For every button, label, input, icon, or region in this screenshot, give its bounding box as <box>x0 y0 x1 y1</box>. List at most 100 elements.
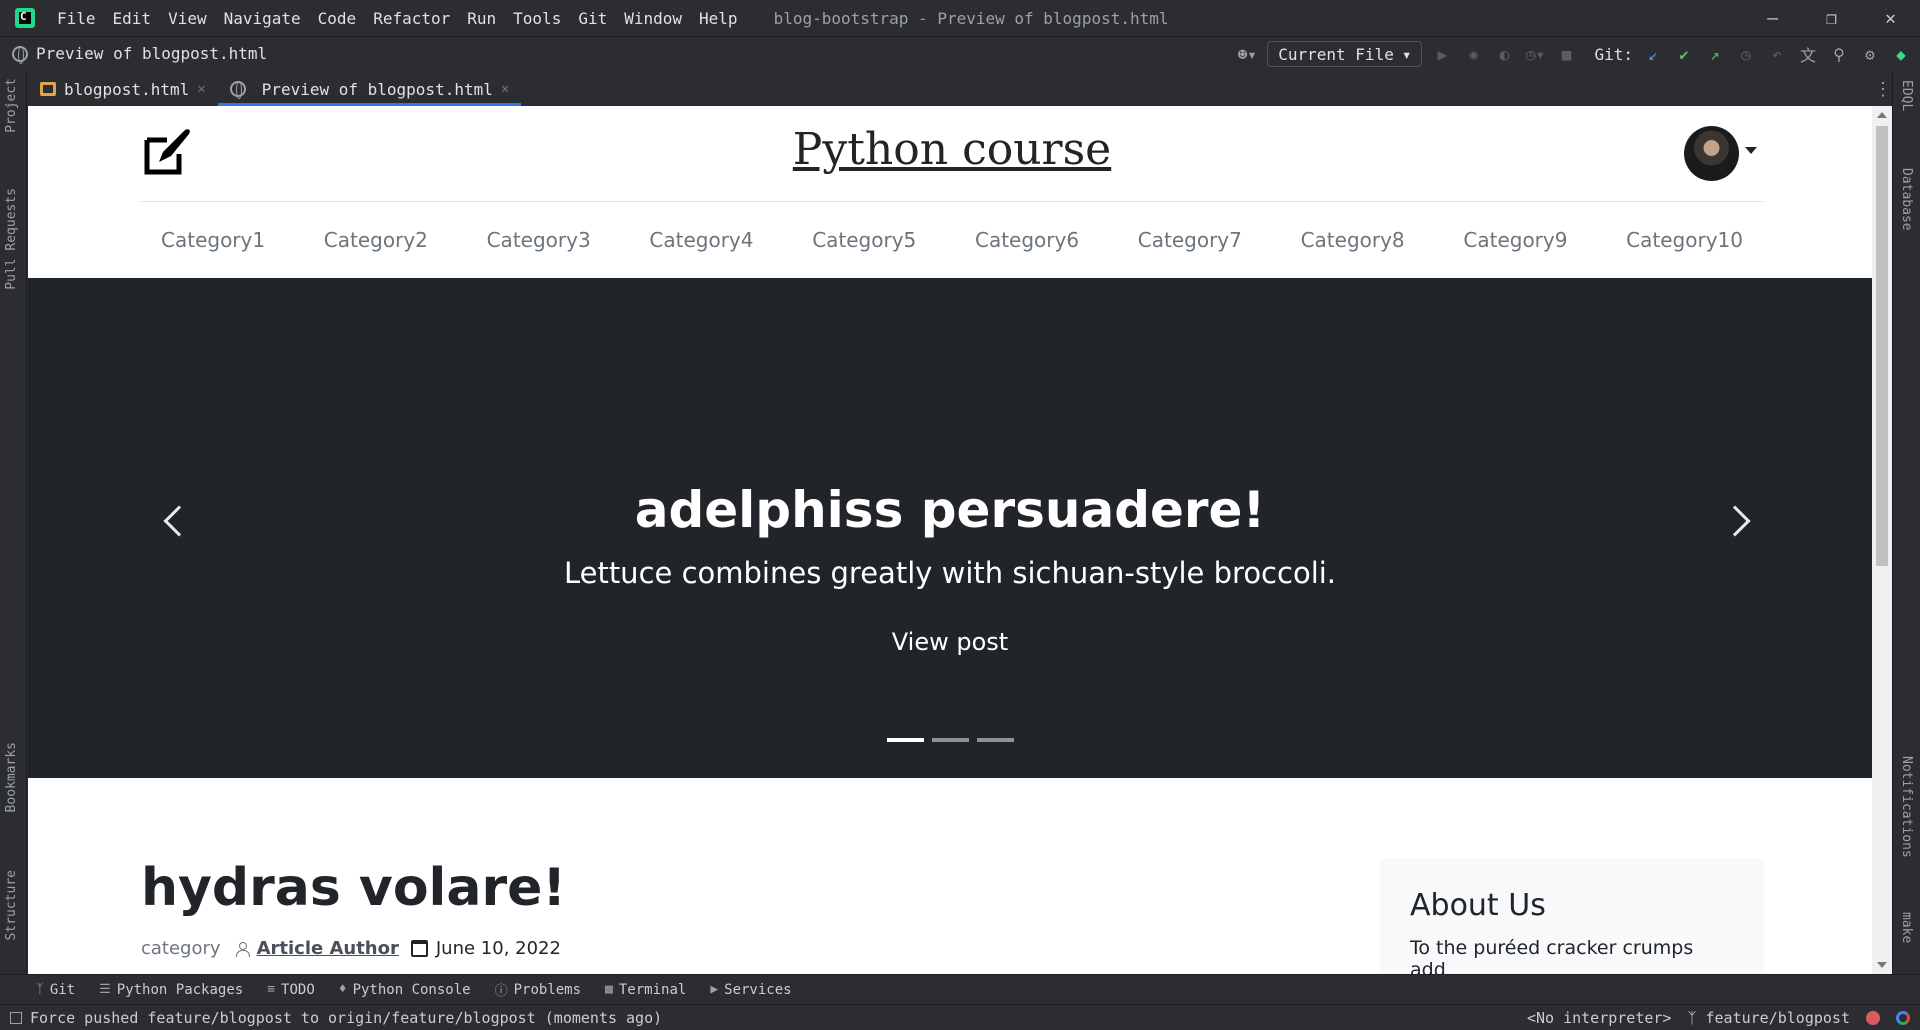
article-title: hydras volare! <box>141 858 567 918</box>
about-us-text: To the puréed cracker crumps add <box>1410 937 1694 974</box>
profile-icon[interactable]: ◷▾ <box>1524 45 1546 64</box>
menu-help[interactable]: Help <box>699 9 738 28</box>
status-message[interactable]: Force pushed feature/blogpost to origin/… <box>10 1009 662 1027</box>
person-icon <box>235 941 250 957</box>
git-update-icon[interactable]: ↙ <box>1642 45 1664 64</box>
list-icon: ≡ <box>267 982 276 997</box>
run-icon[interactable]: ▶ <box>1431 45 1453 64</box>
navigation-bar: Preview of blogpost.html ☻▾ Current File… <box>0 36 1920 70</box>
scroll-up-icon[interactable] <box>1877 112 1887 118</box>
tool-window-structure[interactable]: Structure <box>4 870 19 940</box>
breadcrumb-file: Preview of blogpost.html <box>36 44 268 63</box>
category-link-9[interactable]: Category9 <box>1463 228 1567 252</box>
category-link-1[interactable]: Category1 <box>161 228 265 252</box>
minimize-icon[interactable]: — <box>1743 0 1802 36</box>
menu-tools[interactable]: Tools <box>513 9 561 28</box>
tool-todo[interactable]: ≡ TODO <box>267 982 315 998</box>
services-icon: ▶ <box>710 982 719 997</box>
info-icon: ⓘ <box>494 984 508 999</box>
tool-window-edql[interactable]: EDQL <box>1899 80 1914 111</box>
restore-icon[interactable]: ❐ <box>1802 0 1861 36</box>
git-rollback-icon[interactable]: ↶ <box>1766 45 1788 64</box>
menu-view[interactable]: View <box>168 9 207 28</box>
category-link-10[interactable]: Category10 <box>1626 228 1743 252</box>
category-link-7[interactable]: Category7 <box>1138 228 1242 252</box>
article-meta: category Article Author June 10, 2022 <box>141 938 561 959</box>
browser-preview: Python course Category1 Category2 Catego… <box>28 106 1872 974</box>
jetbrains-toolbox-icon[interactable]: ◆ <box>1890 45 1912 64</box>
tool-window-make[interactable]: make <box>1899 912 1914 943</box>
menu-code[interactable]: Code <box>318 9 357 28</box>
tool-problems[interactable]: ⓘ Problems <box>494 980 581 1000</box>
menu-edit[interactable]: Edit <box>113 9 152 28</box>
search-icon[interactable]: ⚲ <box>1828 45 1850 64</box>
carousel-indicator-3[interactable] <box>976 738 1014 742</box>
avatar[interactable] <box>1684 126 1739 181</box>
menu-navigate[interactable]: Navigate <box>224 9 301 28</box>
git-branch-widget[interactable]: ᛉ feature/blogpost <box>1687 1009 1850 1027</box>
tool-window-bookmarks[interactable]: Bookmarks <box>4 742 19 812</box>
user-icon[interactable]: ☻▾ <box>1236 45 1258 64</box>
category-link-3[interactable]: Category3 <box>487 228 591 252</box>
tool-window-notifications[interactable]: Notifications <box>1899 756 1914 858</box>
menu-refactor[interactable]: Refactor <box>373 9 450 28</box>
category-link-4[interactable]: Category4 <box>649 228 753 252</box>
category-link-6[interactable]: Category6 <box>975 228 1079 252</box>
bottom-tool-bar: ᛉ Git ☰ Python Packages ≡ TODO ♦ Python … <box>0 974 1920 1004</box>
breadcrumb[interactable]: Preview of blogpost.html <box>12 44 268 64</box>
git-commit-icon[interactable]: ✔ <box>1673 45 1695 64</box>
scrollbar-thumb[interactable] <box>1876 126 1888 566</box>
carousel-indicator-1[interactable] <box>886 738 924 742</box>
menu-window[interactable]: Window <box>624 9 682 28</box>
tool-terminal[interactable]: ▩ Terminal <box>605 982 686 998</box>
coverage-icon[interactable]: ◐ <box>1493 45 1515 64</box>
tool-python-packages[interactable]: ☰ Python Packages <box>99 982 243 998</box>
category-link-2[interactable]: Category2 <box>324 228 428 252</box>
menu-run[interactable]: Run <box>467 9 496 28</box>
git-push-icon[interactable]: ↗ <box>1704 45 1726 64</box>
tool-label: Python Packages <box>116 981 244 998</box>
scroll-down-icon[interactable] <box>1877 962 1887 968</box>
translate-icon[interactable]: 文 <box>1797 42 1819 66</box>
status-square-icon <box>10 1011 22 1024</box>
interpreter-selector[interactable]: <No interpreter> <box>1527 1009 1672 1027</box>
close-icon[interactable]: ✕ <box>1861 0 1920 36</box>
google-icon[interactable] <box>1896 1011 1910 1025</box>
article-category[interactable]: category <box>141 938 221 959</box>
carousel-indicator-2[interactable] <box>931 738 969 742</box>
debug-icon[interactable]: ✺ <box>1462 45 1484 64</box>
article-author-link[interactable]: Article Author <box>257 938 399 959</box>
tool-git[interactable]: ᛉ Git <box>36 982 75 998</box>
about-us-card: About Us To the puréed cracker crumps ad… <box>1380 858 1764 974</box>
menu-file[interactable]: File <box>57 9 96 28</box>
article-date: June 10, 2022 <box>435 938 561 959</box>
caret-down-icon[interactable] <box>1745 147 1757 154</box>
tool-window-pull-requests[interactable]: Pull Requests <box>4 188 19 290</box>
menu-git[interactable]: Git <box>578 9 607 28</box>
view-post-link[interactable]: View post <box>28 628 1872 656</box>
error-icon[interactable] <box>1866 1011 1880 1025</box>
tab-preview-blogpost[interactable]: Preview of blogpost.html ✕ <box>217 72 522 106</box>
gear-icon[interactable]: ⚙ <box>1859 45 1881 64</box>
git-history-icon[interactable]: ◷ <box>1735 45 1757 64</box>
tool-window-database[interactable]: Database <box>1899 168 1914 231</box>
site-title[interactable]: Python course <box>141 124 1763 175</box>
branch-name: feature/blogpost <box>1705 1009 1851 1027</box>
close-tab-icon[interactable]: ✕ <box>197 81 205 97</box>
close-tab-icon[interactable]: ✕ <box>501 81 509 97</box>
run-config-dropdown[interactable]: Current File ▾ <box>1267 41 1423 67</box>
branch-icon: ᛉ <box>36 982 44 997</box>
category-link-5[interactable]: Category5 <box>812 228 916 252</box>
more-options-icon[interactable]: ⋮ <box>1874 72 1892 106</box>
preview-scrollbar[interactable] <box>1872 106 1892 974</box>
tab-label: blogpost.html <box>64 79 190 99</box>
stop-icon[interactable]: ■ <box>1555 45 1577 64</box>
tool-window-project[interactable]: Project <box>4 78 19 133</box>
hero-carousel: adelphiss persuadere! Lettuce combines g… <box>28 278 1872 778</box>
tool-services[interactable]: ▶ Services <box>710 982 791 998</box>
tool-python-console[interactable]: ♦ Python Console <box>339 982 471 998</box>
category-nav: Category1 Category2 Category3 Category4 … <box>141 202 1763 278</box>
category-link-8[interactable]: Category8 <box>1301 228 1405 252</box>
tab-blogpost-html[interactable]: blogpost.html ✕ <box>28 72 218 106</box>
run-config-label: Current File <box>1278 44 1394 64</box>
